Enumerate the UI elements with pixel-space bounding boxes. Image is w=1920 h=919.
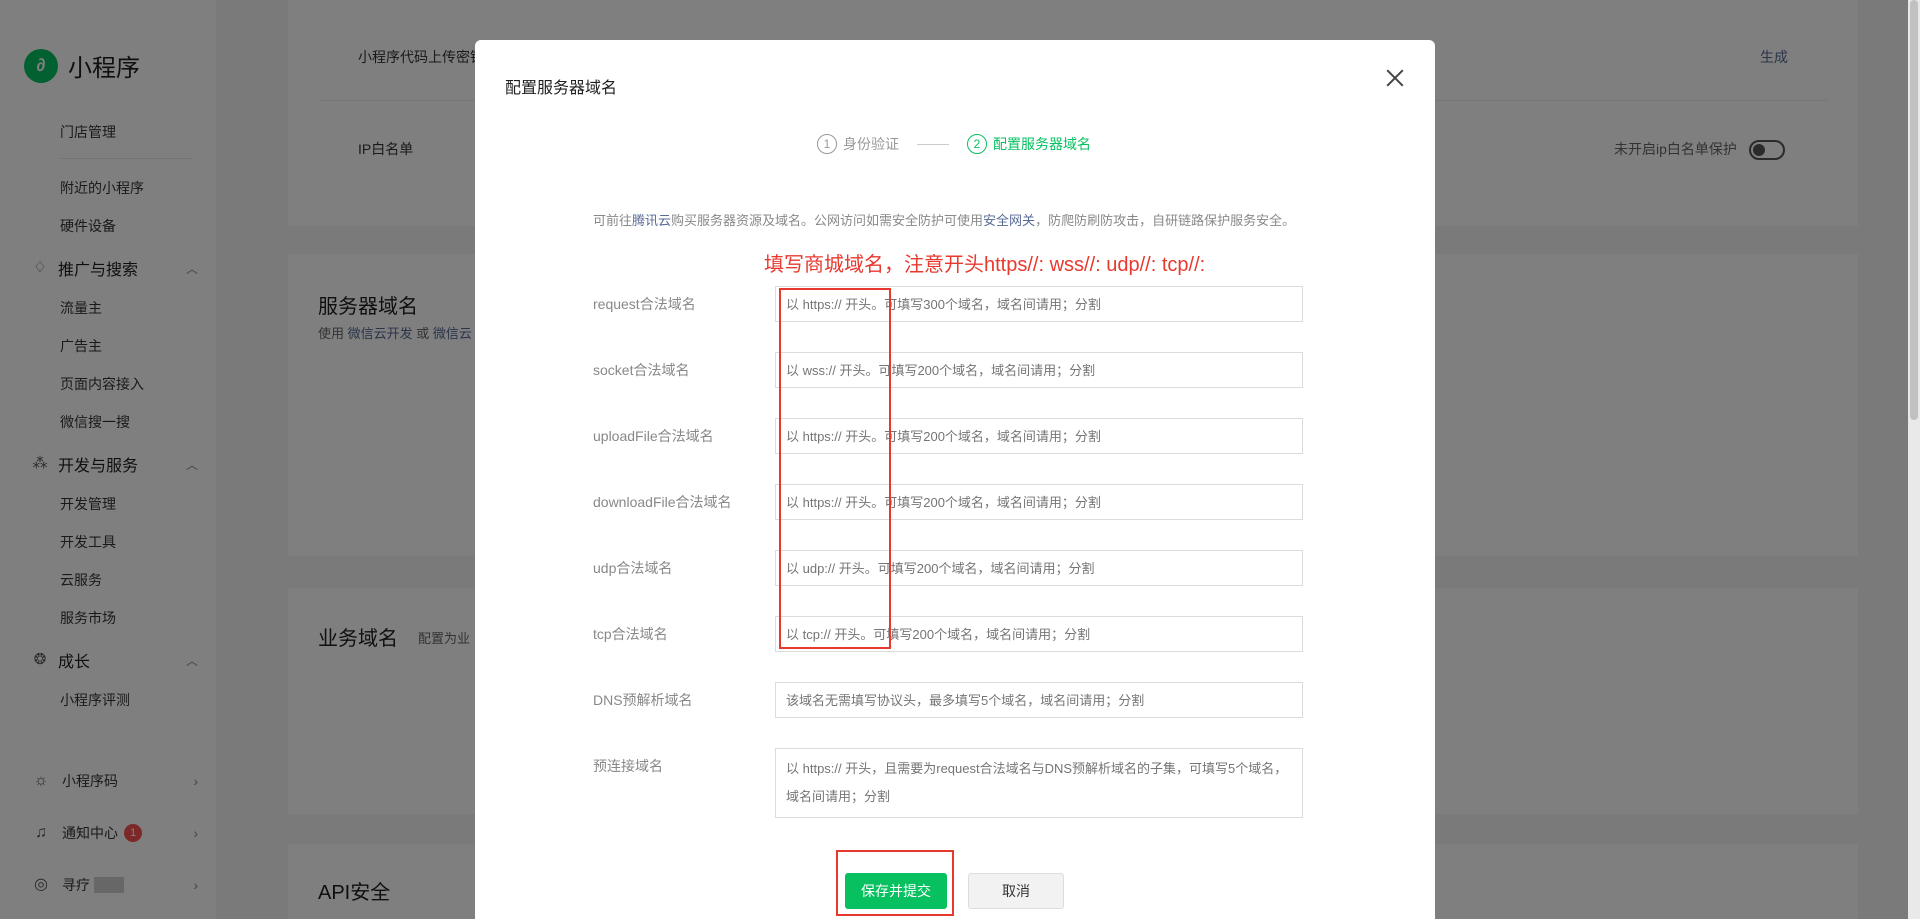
field-label: DNS预解析域名 [593,692,693,708]
field-label: request合法域名 [593,296,696,312]
cancel-button[interactable]: 取消 [968,873,1064,909]
close-icon[interactable] [1381,64,1409,92]
intro-text: 可前往腾讯云购买服务器资源及域名。公网访问如需安全防护可使用安全网关，防爬防刷防… [593,213,1296,228]
step-number: 1 [817,134,837,154]
scrollbar-thumb[interactable] [1910,0,1918,420]
tencent-cloud-link[interactable]: 腾讯云 [632,213,671,228]
field-label: socket合法域名 [593,362,690,378]
field-label: uploadFile合法域名 [593,428,714,444]
field-label: 预连接域名 [593,758,663,774]
step-identity: 1 身份验证 [817,134,899,154]
save-submit-button[interactable]: 保存并提交 [845,873,947,909]
step-connector [917,143,949,145]
field-label: tcp合法域名 [593,626,668,642]
dns-prefetch-input[interactable] [775,682,1303,718]
dialog-title: 配置服务器域名 [505,80,618,97]
field-label: udp合法域名 [593,560,673,576]
step-number: 2 [967,134,987,154]
preconnect-domain-input[interactable] [775,748,1303,818]
field-label: downloadFile合法域名 [593,494,732,510]
step-label: 身份验证 [843,136,899,152]
stepper: 1 身份验证 2 配置服务器域名 [817,134,1091,154]
step-configure: 2 配置服务器域名 [967,134,1091,154]
page-scrollbar[interactable] [1908,0,1920,919]
annotation-text: 填写商城域名，注意开头https//: wss//: udp//: tcp//: [764,254,1206,276]
security-gateway-link[interactable]: 安全网关 [983,213,1035,228]
step-label: 配置服务器域名 [993,136,1091,152]
server-domain-dialog: 配置服务器域名 1 身份验证 2 配置服务器域名 可前往腾讯云购买服务器资源及域… [475,40,1435,919]
annotation-highlight-inputs [779,288,891,649]
